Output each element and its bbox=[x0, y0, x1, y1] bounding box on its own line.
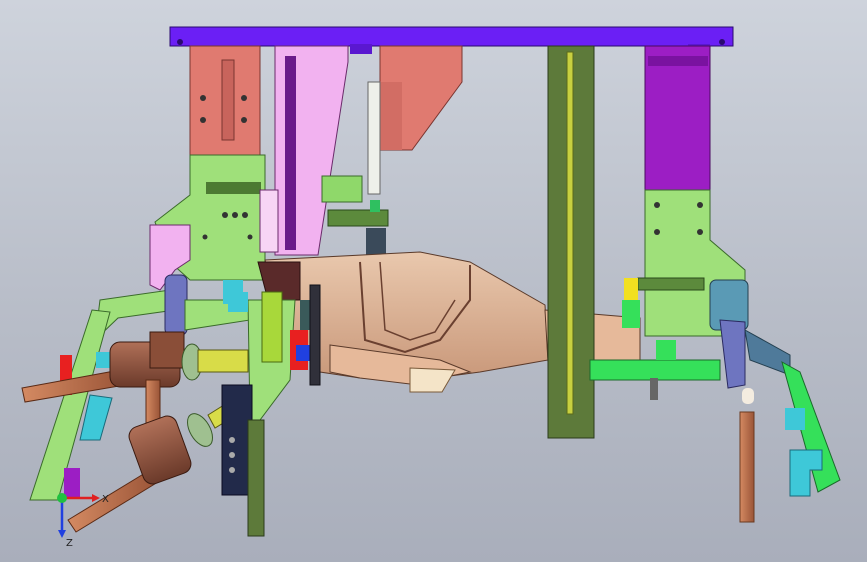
z-axis-label: Z bbox=[66, 538, 73, 548]
fixture-model[interactable] bbox=[0, 0, 867, 562]
cad-viewport[interactable]: X Z bbox=[0, 0, 867, 562]
x-axis-arrow bbox=[92, 494, 100, 502]
y-axis-dot bbox=[57, 493, 67, 503]
x-axis-label: X bbox=[102, 494, 109, 505]
right-clamp-arm[interactable] bbox=[709, 279, 841, 523]
left-salmon-bracket[interactable] bbox=[189, 45, 261, 157]
center-olive-column[interactable] bbox=[547, 45, 595, 439]
right-purple-column[interactable] bbox=[644, 45, 711, 192]
bottom-green-rail[interactable] bbox=[589, 359, 721, 400]
z-axis-arrow bbox=[58, 530, 66, 538]
center-salmon-bracket[interactable] bbox=[379, 45, 463, 151]
orientation-triad: X Z bbox=[57, 493, 109, 548]
